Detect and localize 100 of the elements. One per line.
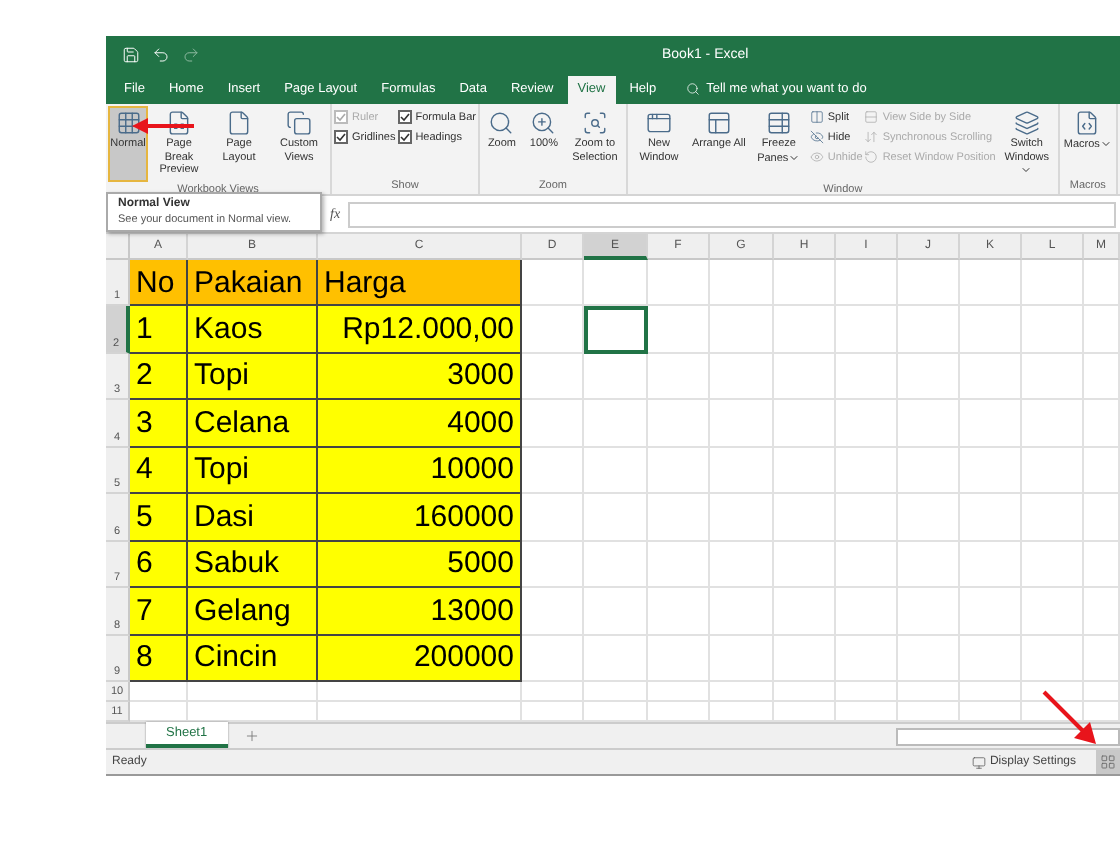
eye-off-icon [809, 130, 824, 144]
table-cell [836, 541, 898, 588]
table-cell [648, 447, 710, 494]
table-cell [898, 306, 960, 353]
table-cell [774, 682, 836, 702]
table-icon [765, 110, 792, 136]
table-cell [898, 400, 960, 447]
table-cell [522, 682, 584, 702]
table-cell [1084, 635, 1120, 682]
arrows-icon [864, 130, 879, 144]
sheet-icon [166, 110, 192, 136]
table-cell [898, 260, 960, 306]
table-cell: Celana [188, 400, 318, 447]
table-cell [522, 400, 584, 447]
checkbox[interactable] [397, 110, 412, 124]
window-icon [645, 110, 672, 136]
table-cell [648, 588, 710, 635]
table-cell: Dasi [188, 494, 318, 541]
table-cell [1084, 682, 1120, 702]
table-cell [898, 353, 960, 400]
table-cell [960, 682, 1022, 702]
table-cell [960, 541, 1022, 588]
table-cell: 10000 [318, 447, 522, 494]
table-cell [710, 635, 774, 682]
scan-icon [581, 110, 608, 136]
table-cell [584, 635, 648, 682]
table-cell [1022, 541, 1084, 588]
table-cell: No [130, 260, 188, 306]
table-cell [648, 682, 710, 702]
table-cell: 7 [130, 588, 188, 635]
table-cell [188, 682, 318, 702]
table-cell [1084, 353, 1120, 400]
table-cell [522, 353, 584, 400]
table-cell [774, 400, 836, 447]
annotation-arrow [1042, 690, 1096, 744]
table-cell: 13000 [318, 588, 522, 635]
eye-icon [809, 150, 824, 164]
table-cell [898, 447, 960, 494]
table-cell: 3000 [318, 353, 522, 400]
table-cell [1022, 494, 1084, 541]
table-cell [1022, 588, 1084, 635]
table-cell: 5 [130, 494, 188, 541]
table-cell [710, 400, 774, 447]
table-cell [522, 588, 584, 635]
add-sheet-icon [243, 728, 260, 744]
horizontal-scrollbar[interactable] [896, 727, 1120, 745]
table-cell [584, 353, 648, 400]
table-cell [584, 541, 648, 588]
table-cell [710, 353, 774, 400]
table-cell [584, 494, 648, 541]
table-cell [710, 494, 774, 541]
checkbox[interactable] [397, 130, 412, 144]
layers-icon [1013, 110, 1040, 136]
reset-icon [864, 150, 879, 164]
zoom-in-icon [530, 110, 557, 136]
table-cell [1022, 306, 1084, 353]
table-cell [1022, 260, 1084, 306]
table-cell: 2 [130, 353, 188, 400]
table-cell [584, 588, 648, 635]
pages-icon [286, 110, 312, 136]
checkbox[interactable] [334, 130, 348, 144]
table-cell [898, 682, 960, 702]
table-cell: 5000 [318, 541, 522, 588]
table-cell: 200000 [318, 635, 522, 682]
table-cell [584, 682, 648, 702]
redo-icon [182, 45, 200, 63]
table-cell [960, 353, 1022, 400]
table-cell [1022, 447, 1084, 494]
table-cell [648, 541, 710, 588]
table-cell [898, 588, 960, 635]
formula-input[interactable] [348, 201, 1116, 227]
table-cell: 3 [130, 400, 188, 447]
grid-icon [1100, 754, 1116, 770]
table-cell [648, 494, 710, 541]
table-cell [584, 447, 648, 494]
table-cell [1084, 306, 1120, 353]
save-icon [122, 45, 140, 63]
table-cell [648, 635, 710, 682]
table-cell [960, 447, 1022, 494]
table-cell [836, 682, 898, 702]
table-cell [710, 682, 774, 702]
table-cell [710, 306, 774, 353]
table-cell [710, 260, 774, 306]
table-cell [836, 400, 898, 447]
table-cell [130, 682, 188, 702]
table-cell [1022, 635, 1084, 682]
table-cell [1084, 588, 1120, 635]
table-cell [1022, 353, 1084, 400]
table-cell [648, 306, 710, 353]
table-cell [836, 447, 898, 494]
table-cell [960, 588, 1022, 635]
annotation-arrow [132, 118, 194, 134]
table-cell [774, 353, 836, 400]
search-icon [686, 82, 701, 96]
table-cell: 160000 [318, 494, 522, 541]
table-cell [522, 306, 584, 353]
panels-icon [705, 110, 732, 136]
table-cell [774, 494, 836, 541]
normal-view-button[interactable] [1096, 750, 1120, 774]
table-cell [710, 447, 774, 494]
